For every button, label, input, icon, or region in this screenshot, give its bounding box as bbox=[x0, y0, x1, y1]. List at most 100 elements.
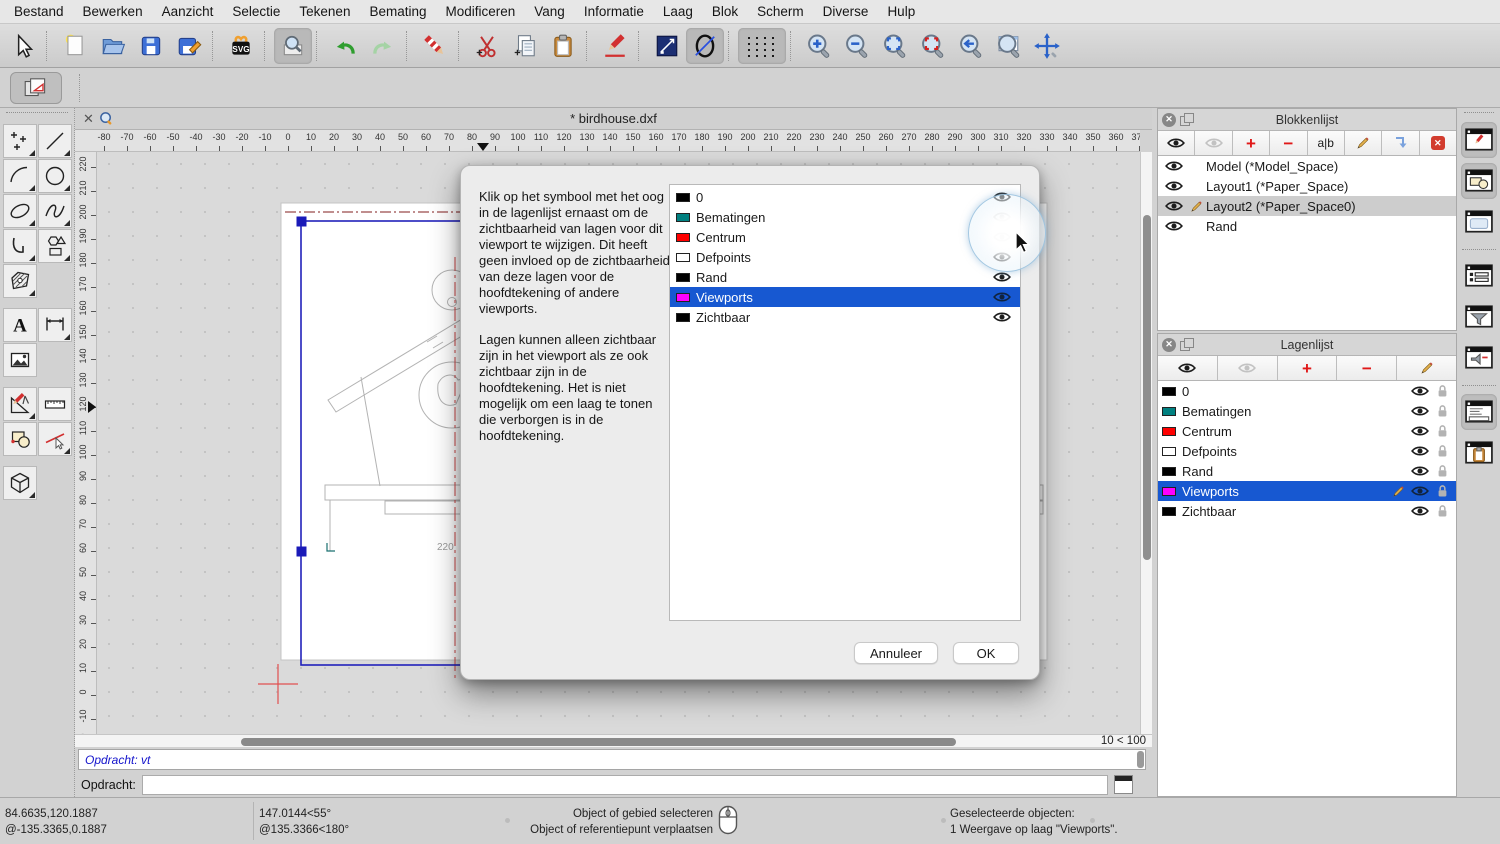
modify-icon[interactable] bbox=[3, 387, 37, 421]
open-file-icon[interactable] bbox=[94, 28, 132, 64]
block-row[interactable]: Layout1 (*Paper_Space) bbox=[1158, 176, 1456, 196]
lineweight-icon[interactable] bbox=[648, 28, 686, 64]
close-icon[interactable]: ✕ bbox=[1162, 113, 1176, 127]
menu-bemating[interactable]: Bemating bbox=[369, 4, 426, 19]
draft-mode-icon[interactable] bbox=[686, 28, 724, 64]
lock-icon[interactable] bbox=[1437, 464, 1448, 478]
undo-icon[interactable] bbox=[326, 28, 364, 64]
cancel-button[interactable]: Annuleer bbox=[854, 642, 938, 664]
layer-row[interactable]: Rand bbox=[1158, 461, 1456, 481]
block-row[interactable]: Rand bbox=[1158, 216, 1456, 236]
menu-diverse[interactable]: Diverse bbox=[823, 4, 869, 19]
ok-button[interactable]: OK bbox=[953, 642, 1019, 664]
menu-vang[interactable]: Vang bbox=[534, 4, 565, 19]
menu-laag[interactable]: Laag bbox=[663, 4, 693, 19]
menu-bestand[interactable]: Bestand bbox=[14, 4, 64, 19]
points-icon[interactable] bbox=[3, 124, 37, 158]
dialog-layer-row-selected[interactable]: Viewports bbox=[670, 287, 1020, 307]
canvas-horizontal-scrollbar[interactable]: 10 < 100 bbox=[75, 734, 1152, 747]
layer-row[interactable]: Zichtbaar bbox=[1158, 501, 1456, 521]
command-window-toggle-icon[interactable] bbox=[1114, 775, 1133, 794]
eye-icon[interactable] bbox=[1411, 385, 1429, 397]
menu-modificeren[interactable]: Modificeren bbox=[446, 4, 516, 19]
zoom-selection-icon[interactable] bbox=[914, 28, 952, 64]
grid-icon[interactable] bbox=[738, 28, 786, 64]
measure-icon[interactable] bbox=[38, 387, 72, 421]
eye-icon[interactable] bbox=[993, 271, 1011, 283]
remove-layer-icon[interactable]: − bbox=[1337, 356, 1397, 380]
filter-panel-icon[interactable] bbox=[1461, 299, 1497, 335]
viewport-handle[interactable] bbox=[297, 217, 307, 227]
text-icon[interactable]: A bbox=[3, 308, 37, 342]
add-layer-icon[interactable]: + bbox=[1278, 356, 1338, 380]
arc-icon[interactable] bbox=[3, 159, 37, 193]
dialog-layer-row[interactable]: Defpoints bbox=[670, 247, 1020, 267]
eye-icon[interactable] bbox=[1411, 485, 1429, 497]
eye-icon[interactable] bbox=[993, 291, 1011, 303]
auto-zoom-icon[interactable] bbox=[876, 28, 914, 64]
command-history[interactable]: Opdracht: vt bbox=[78, 749, 1146, 770]
dialog-layer-row[interactable]: 0 bbox=[670, 187, 1020, 207]
canvas-vertical-scrollbar[interactable] bbox=[1140, 152, 1152, 734]
lock-icon[interactable] bbox=[1437, 424, 1448, 438]
eye-icon[interactable] bbox=[1165, 220, 1183, 232]
menu-bewerken[interactable]: Bewerken bbox=[83, 4, 143, 19]
dialog-layer-row[interactable]: Bematingen bbox=[670, 207, 1020, 227]
eye-icon[interactable] bbox=[1411, 405, 1429, 417]
eye-icon[interactable] bbox=[1165, 160, 1183, 172]
hide-all-blocks-icon[interactable] bbox=[1195, 131, 1232, 155]
redo-icon[interactable] bbox=[364, 28, 402, 64]
viewport-handle[interactable] bbox=[297, 547, 307, 557]
dialog-layer-row[interactable]: Zichtbaar bbox=[670, 307, 1020, 327]
eye-icon[interactable] bbox=[1165, 180, 1183, 192]
eye-icon[interactable] bbox=[1411, 445, 1429, 457]
detach-icon[interactable] bbox=[1180, 338, 1193, 351]
circle-icon[interactable] bbox=[38, 159, 72, 193]
ellipse-icon[interactable] bbox=[3, 194, 37, 228]
show-all-blocks-icon[interactable] bbox=[1158, 131, 1195, 155]
menu-scherm[interactable]: Scherm bbox=[757, 4, 804, 19]
new-file-icon[interactable] bbox=[56, 28, 94, 64]
list-panel-icon[interactable] bbox=[1461, 258, 1497, 294]
menu-tekenen[interactable]: Tekenen bbox=[299, 4, 350, 19]
menu-aanzicht[interactable]: Aanzicht bbox=[162, 4, 214, 19]
hide-all-layers-icon[interactable] bbox=[1218, 356, 1278, 380]
property-editor-icon[interactable] bbox=[1461, 122, 1497, 158]
scrollbar-thumb[interactable] bbox=[1143, 215, 1151, 560]
edit-layer-icon[interactable] bbox=[1397, 356, 1456, 380]
block-icon[interactable] bbox=[3, 422, 37, 456]
eye-icon[interactable] bbox=[1411, 425, 1429, 437]
hatch-icon[interactable] bbox=[3, 264, 37, 298]
viewport-layout-icon[interactable] bbox=[10, 72, 62, 104]
edit-block-icon[interactable] bbox=[1345, 131, 1382, 155]
add-block-icon[interactable]: + bbox=[1233, 131, 1270, 155]
pan-icon[interactable] bbox=[1028, 28, 1066, 64]
command-window-icon[interactable] bbox=[1461, 394, 1497, 430]
polyline-icon[interactable] bbox=[3, 229, 37, 263]
line-icon[interactable] bbox=[38, 124, 72, 158]
eye-icon[interactable] bbox=[1165, 200, 1183, 212]
show-all-layers-icon[interactable] bbox=[1158, 356, 1218, 380]
block-list-panel-icon[interactable] bbox=[1461, 163, 1497, 199]
insert-block-icon[interactable] bbox=[1382, 131, 1419, 155]
paste-icon[interactable] bbox=[544, 28, 582, 64]
scrollbar-thumb[interactable] bbox=[241, 738, 956, 746]
eye-icon[interactable] bbox=[1411, 465, 1429, 477]
layer-row[interactable]: 0 bbox=[1158, 381, 1456, 401]
close-icon[interactable]: ✕ bbox=[1162, 338, 1176, 352]
copy-icon[interactable] bbox=[506, 28, 544, 64]
zoom-in-icon[interactable] bbox=[800, 28, 838, 64]
save-icon[interactable] bbox=[132, 28, 170, 64]
edit-properties-icon[interactable] bbox=[596, 28, 634, 64]
menu-informatie[interactable]: Informatie bbox=[584, 4, 644, 19]
trim-icon[interactable] bbox=[38, 422, 72, 456]
eye-icon[interactable] bbox=[1411, 505, 1429, 517]
menu-blok[interactable]: Blok bbox=[712, 4, 738, 19]
pointer-icon[interactable] bbox=[4, 28, 42, 64]
print-preview-icon[interactable] bbox=[274, 28, 312, 64]
zoom-window-icon[interactable] bbox=[990, 28, 1028, 64]
menu-hulp[interactable]: Hulp bbox=[887, 4, 915, 19]
menu-selectie[interactable]: Selectie bbox=[232, 4, 280, 19]
lock-icon[interactable] bbox=[1437, 404, 1448, 418]
detach-icon[interactable] bbox=[1180, 113, 1193, 126]
